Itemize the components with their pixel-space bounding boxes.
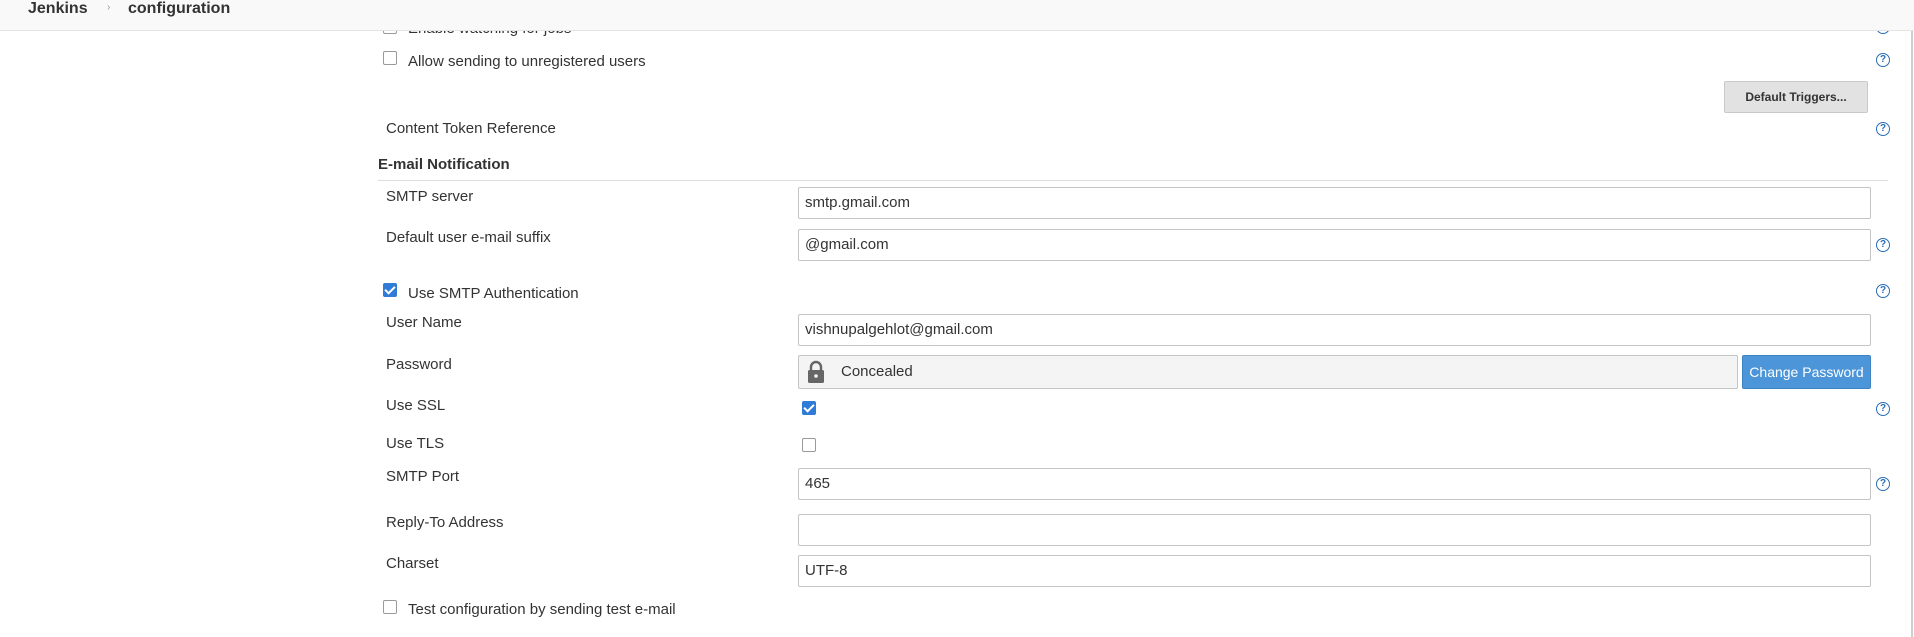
password-concealed-field: Concealed — [798, 355, 1738, 389]
test-config-checkbox[interactable] — [383, 600, 397, 614]
help-icon[interactable]: ? — [1876, 284, 1890, 298]
use-smtp-auth-label: Use SMTP Authentication — [408, 285, 579, 302]
lock-icon — [808, 360, 824, 383]
use-tls-checkbox[interactable] — [802, 438, 816, 452]
content-token-label: Content Token Reference — [386, 120, 556, 137]
vertical-scrollbar[interactable] — [1911, 0, 1913, 637]
default-suffix-input[interactable]: @gmail.com — [798, 229, 1871, 261]
default-suffix-label: Default user e-mail suffix — [386, 229, 551, 246]
charset-input[interactable]: UTF-8 — [798, 555, 1871, 587]
charset-label: Charset — [386, 555, 439, 572]
help-icon[interactable]: ? — [1876, 477, 1890, 491]
use-tls-label: Use TLS — [386, 435, 445, 452]
help-icon[interactable]: ? — [1876, 53, 1890, 67]
breadcrumb: Jenkins › configuration — [0, 0, 1914, 31]
password-label: Password — [386, 356, 452, 373]
reply-to-label: Reply-To Address — [386, 514, 504, 531]
chevron-right-icon: › — [107, 2, 111, 13]
default-triggers-button[interactable]: Default Triggers... — [1724, 81, 1868, 113]
test-config-label: Test configuration by sending test e-mai… — [408, 601, 676, 618]
section-divider — [378, 180, 1888, 181]
section-title-email-notification: E-mail Notification — [378, 156, 510, 173]
help-icon[interactable]: ? — [1876, 402, 1890, 416]
smtp-server-label: SMTP server — [386, 188, 474, 205]
breadcrumb-configuration[interactable]: configuration — [128, 0, 230, 18]
username-label: User Name — [386, 314, 462, 331]
password-value: Concealed — [841, 363, 913, 380]
change-password-button[interactable]: Change Password — [1742, 355, 1871, 389]
breadcrumb-jenkins[interactable]: Jenkins — [28, 0, 88, 18]
help-icon[interactable]: ? — [1876, 122, 1890, 136]
use-ssl-label: Use SSL — [386, 397, 446, 414]
allow-unregistered-label: Allow sending to unregistered users — [408, 53, 646, 70]
allow-unregistered-checkbox[interactable] — [383, 51, 397, 65]
use-smtp-auth-checkbox[interactable] — [383, 283, 397, 297]
smtp-port-input[interactable]: 465 — [798, 468, 1871, 500]
reply-to-input[interactable] — [798, 514, 1871, 546]
smtp-port-label: SMTP Port — [386, 468, 460, 485]
username-input[interactable]: vishnupalgehlot@gmail.com — [798, 314, 1871, 346]
help-icon[interactable]: ? — [1876, 238, 1890, 252]
use-ssl-checkbox[interactable] — [802, 401, 816, 415]
smtp-server-input[interactable]: smtp.gmail.com — [798, 187, 1871, 219]
